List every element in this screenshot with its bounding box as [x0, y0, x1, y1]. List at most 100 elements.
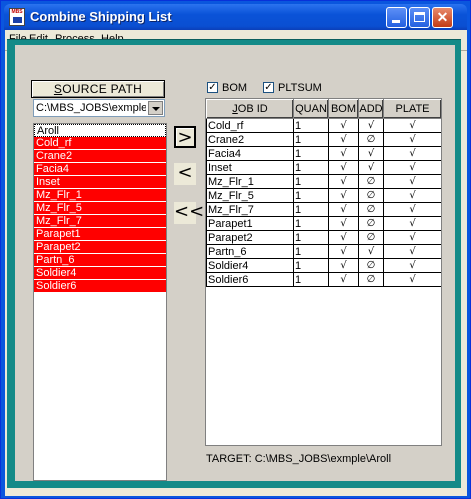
- minimize-button[interactable]: [386, 7, 407, 28]
- table-row[interactable]: Soldier4 1 √ ∅ √: [206, 258, 441, 273]
- table-row[interactable]: Cold_rf 1 √ √ √: [206, 118, 441, 133]
- cell-plate[interactable]: √: [383, 216, 441, 231]
- dropdown-button[interactable]: [148, 101, 163, 115]
- cell-job-id[interactable]: Cold_rf: [206, 118, 294, 133]
- list-item[interactable]: Soldier4: [34, 267, 166, 280]
- source-job-list[interactable]: Aroll Cold_rf Crane2 Facia4 Inset Mz_Flr…: [33, 123, 167, 481]
- cell-bom[interactable]: √: [328, 230, 359, 245]
- table-row[interactable]: Facia4 1 √ √ √: [206, 146, 441, 161]
- cell-bom[interactable]: √: [328, 202, 359, 217]
- cell-bom[interactable]: √: [328, 146, 359, 161]
- cell-add[interactable]: ∅: [358, 258, 384, 273]
- list-item[interactable]: Parapet1: [34, 228, 166, 241]
- cell-plate[interactable]: √: [383, 230, 441, 245]
- cell-add[interactable]: ∅: [358, 174, 384, 189]
- cell-job-id[interactable]: Soldier4: [206, 258, 294, 273]
- list-item[interactable]: Parapet2: [34, 241, 166, 254]
- list-item[interactable]: Mz_Flr_7: [34, 215, 166, 228]
- cell-plate[interactable]: √: [383, 258, 441, 273]
- cell-quan[interactable]: 1: [293, 202, 329, 217]
- remove-all-button[interactable]: <<: [174, 202, 204, 224]
- column-header-plate[interactable]: PLATE: [383, 99, 441, 119]
- cell-quan[interactable]: 1: [293, 230, 329, 245]
- cell-bom[interactable]: √: [328, 258, 359, 273]
- add-selected-button[interactable]: >: [174, 126, 196, 148]
- list-item[interactable]: Soldier6: [34, 280, 166, 293]
- table-row[interactable]: Mz_Flr_7 1 √ ∅ √: [206, 202, 441, 217]
- cell-bom[interactable]: √: [328, 160, 359, 175]
- list-item[interactable]: Mz_Flr_5: [34, 202, 166, 215]
- cell-quan[interactable]: 1: [293, 216, 329, 231]
- cell-plate[interactable]: √: [383, 244, 441, 259]
- cell-add[interactable]: ∅: [358, 202, 384, 217]
- cell-bom[interactable]: √: [328, 188, 359, 203]
- table-row[interactable]: Partn_6 1 √ √ √: [206, 244, 441, 259]
- cell-quan[interactable]: 1: [293, 258, 329, 273]
- cell-job-id[interactable]: Parapet2: [206, 230, 294, 245]
- cell-job-id[interactable]: Mz_Flr_7: [206, 202, 294, 217]
- cell-plate[interactable]: √: [383, 132, 441, 147]
- cell-add[interactable]: √: [358, 244, 384, 259]
- column-header-bom[interactable]: BOM: [328, 99, 359, 119]
- cell-plate[interactable]: √: [383, 174, 441, 189]
- cell-quan[interactable]: 1: [293, 132, 329, 147]
- cell-add[interactable]: √: [358, 118, 384, 133]
- table-row[interactable]: Mz_Flr_5 1 √ ∅ √: [206, 188, 441, 203]
- cell-quan[interactable]: 1: [293, 244, 329, 259]
- list-item[interactable]: Crane2: [34, 150, 166, 163]
- cell-plate[interactable]: √: [383, 160, 441, 175]
- pltsum-checkbox[interactable]: ✓ PLTSUM: [263, 81, 322, 95]
- table-row[interactable]: Inset 1 √ √ √: [206, 160, 441, 175]
- cell-add[interactable]: ∅: [358, 188, 384, 203]
- cell-quan[interactable]: 1: [293, 160, 329, 175]
- bom-checkbox[interactable]: ✓ BOM: [207, 81, 247, 95]
- cell-bom[interactable]: √: [328, 118, 359, 133]
- cell-bom[interactable]: √: [328, 272, 359, 287]
- cell-job-id[interactable]: Partn_6: [206, 244, 294, 259]
- cell-add[interactable]: ∅: [358, 132, 384, 147]
- source-path-combo[interactable]: C:\MBS_JOBS\exmple: [33, 99, 165, 117]
- cell-quan[interactable]: 1: [293, 272, 329, 287]
- cell-plate[interactable]: √: [383, 272, 441, 287]
- close-button[interactable]: ✕: [432, 7, 453, 28]
- list-item[interactable]: Cold_rf: [34, 137, 166, 150]
- cell-job-id[interactable]: Parapet1: [206, 216, 294, 231]
- title-bar[interactable]: MBS Combine Shipping List ✕: [4, 4, 467, 30]
- remove-selected-button[interactable]: <: [174, 163, 196, 185]
- cell-add[interactable]: ∅: [358, 216, 384, 231]
- list-item[interactable]: Facia4: [34, 163, 166, 176]
- list-item[interactable]: Inset: [34, 176, 166, 189]
- cell-plate[interactable]: √: [383, 202, 441, 217]
- cell-plate[interactable]: √: [383, 146, 441, 161]
- cell-quan[interactable]: 1: [293, 146, 329, 161]
- cell-job-id[interactable]: Soldier6: [206, 272, 294, 287]
- list-item[interactable]: Partn_6: [34, 254, 166, 267]
- cell-job-id[interactable]: Mz_Flr_5: [206, 188, 294, 203]
- cell-bom[interactable]: √: [328, 216, 359, 231]
- table-row[interactable]: Mz_Flr_1 1 √ ∅ √: [206, 174, 441, 189]
- cell-job-id[interactable]: Crane2: [206, 132, 294, 147]
- cell-quan[interactable]: 1: [293, 188, 329, 203]
- cell-job-id[interactable]: Facia4: [206, 146, 294, 161]
- cell-add[interactable]: √: [358, 160, 384, 175]
- cell-add[interactable]: ∅: [358, 230, 384, 245]
- cell-quan[interactable]: 1: [293, 118, 329, 133]
- table-row[interactable]: Soldier6 1 √ ∅ √: [206, 272, 441, 287]
- cell-job-id[interactable]: Inset: [206, 160, 294, 175]
- column-header-quan[interactable]: QUAN: [293, 99, 329, 119]
- cell-plate[interactable]: √: [383, 118, 441, 133]
- table-row[interactable]: Crane2 1 √ ∅ √: [206, 132, 441, 147]
- cell-bom[interactable]: √: [328, 174, 359, 189]
- list-item[interactable]: Mz_Flr_1: [34, 189, 166, 202]
- source-path-button[interactable]: SOURCE PATH: [31, 80, 165, 98]
- column-header-add[interactable]: ADD: [358, 99, 384, 119]
- cell-bom[interactable]: √: [328, 244, 359, 259]
- cell-add[interactable]: √: [358, 146, 384, 161]
- column-header-job-id[interactable]: JOB ID: [206, 99, 294, 119]
- cell-plate[interactable]: √: [383, 188, 441, 203]
- list-item[interactable]: Aroll: [34, 124, 166, 137]
- table-row[interactable]: Parapet2 1 √ ∅ √: [206, 230, 441, 245]
- maximize-button[interactable]: [409, 7, 430, 28]
- cell-quan[interactable]: 1: [293, 174, 329, 189]
- cell-add[interactable]: ∅: [358, 272, 384, 287]
